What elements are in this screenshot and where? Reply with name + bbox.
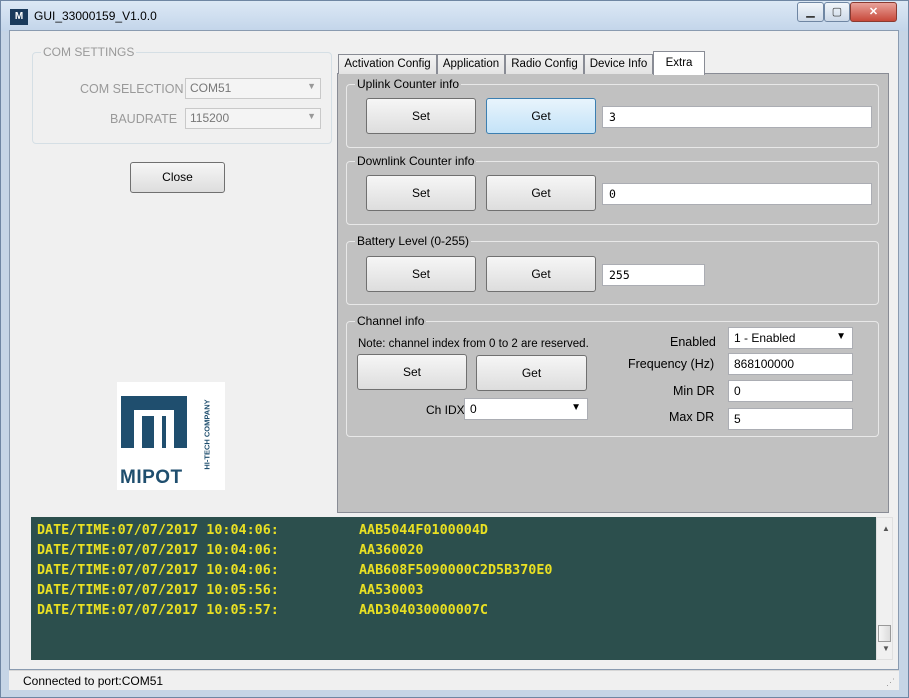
logo-name: MIPOT [120,467,183,488]
log-scrollbar[interactable]: ▲ ▼ [876,517,893,660]
tab-extra[interactable]: Extra [653,51,705,75]
log-message: AAB5044F0100004D [359,523,488,538]
com-settings-legend: COM SETTINGS [41,45,137,59]
scroll-down-icon[interactable]: ▼ [882,644,890,653]
log-message: AAD304030000007C [359,603,488,618]
battery-get-button[interactable]: Get [486,256,596,292]
log-line: DATE/TIME:07/07/2017 10:04:06: AAB608F509… [37,563,876,583]
close-button[interactable]: Close [130,162,225,193]
chevron-down-icon: ▼ [307,111,316,121]
baudrate-label: BAUDRATE [110,112,178,126]
log-message: AA360020 [359,543,424,558]
status-text: Connected to port:COM51 [23,674,164,688]
com-selection-select[interactable]: COM51 ▼ [185,78,321,99]
log-timestamp: DATE/TIME:07/07/2017 10:05:57: [37,603,279,618]
chevron-down-icon: ▼ [571,402,581,413]
tab-radio-config[interactable]: Radio Config [505,54,584,74]
app-logo-icon: M [10,9,28,25]
log-output[interactable]: DATE/TIME:07/07/2017 10:04:06: AAB5044F01… [31,517,876,660]
uplink-value-field[interactable]: 3 [602,106,872,128]
uplink-counter-legend: Uplink Counter info [355,77,462,91]
uplink-get-button[interactable]: Get [486,98,596,134]
max-dr-field[interactable]: 5 [728,408,853,430]
maximize-button[interactable]: ▢ [824,2,850,22]
battery-value-field[interactable]: 255 [602,264,705,286]
tab-device-info[interactable]: Device Info [584,54,653,74]
resize-grip-icon[interactable]: ⋰ [886,677,895,688]
channel-note: Note: channel index from 0 to 2 are rese… [358,338,589,350]
log-line: DATE/TIME:07/07/2017 10:05:56: AA530003 [37,583,876,603]
tab-activation-config[interactable]: Activation Config [338,54,437,74]
close-window-button[interactable]: ✕ [850,2,897,22]
com-selection-label: COM SELECTION [80,82,184,96]
log-timestamp: DATE/TIME:07/07/2017 10:04:06: [37,543,279,558]
ch-idx-select[interactable]: 0 ▼ [464,398,588,420]
min-dr-label: Min DR [673,384,715,398]
downlink-set-button[interactable]: Set [366,175,476,211]
downlink-value-field[interactable]: 0 [602,183,872,205]
frequency-label: Frequency (Hz) [628,357,715,371]
log-message: AAB608F5090000C2D5B370E0 [359,563,553,578]
log-timestamp: DATE/TIME:07/07/2017 10:04:06: [37,563,279,578]
minimize-button[interactable]: ▁ [797,2,824,22]
log-timestamp: DATE/TIME:07/07/2017 10:05:56: [37,583,279,598]
battery-set-button[interactable]: Set [366,256,476,292]
log-line: DATE/TIME:07/07/2017 10:04:06: AA360020 [37,543,876,563]
battery-level-legend: Battery Level (0-255) [355,234,472,248]
baudrate-select[interactable]: 115200 ▼ [185,108,321,129]
enabled-select[interactable]: 1 - Enabled ▼ [728,327,853,349]
ch-idx-label: Ch IDX [426,403,465,417]
logo-tagline: HI-TECH COMPANY [202,399,212,470]
status-bar: Connected to port:COM51 ⋰ [9,670,899,690]
uplink-set-button[interactable]: Set [366,98,476,134]
max-dr-label: Max DR [669,410,715,424]
log-message: AA530003 [359,583,424,598]
min-dr-field[interactable]: 0 [728,380,853,402]
channel-set-button[interactable]: Set [357,354,467,390]
chevron-down-icon: ▼ [307,81,316,91]
frequency-field[interactable]: 868100000 [728,353,853,375]
tab-application[interactable]: Application [437,54,505,74]
scroll-thumb[interactable] [878,625,891,642]
channel-info-legend: Channel info [355,314,427,328]
enabled-label: Enabled [670,335,716,349]
downlink-counter-legend: Downlink Counter info [355,154,477,168]
scroll-up-icon[interactable]: ▲ [882,524,890,533]
channel-get-button[interactable]: Get [476,355,587,391]
title-bar[interactable]: M GUI_33000159_V1.0.0 ▁ ▢ ✕ [1,1,908,31]
ch-idx-value: 0 [470,402,477,416]
baudrate-value: 115200 [190,111,230,125]
mipot-logo: MIPOT HI-TECH COMPANY [117,382,225,490]
log-line: DATE/TIME:07/07/2017 10:05:57: AAD3040300… [37,603,876,623]
log-timestamp: DATE/TIME:07/07/2017 10:04:06: [37,523,279,538]
com-selection-value: COM51 [190,81,232,95]
log-line: DATE/TIME:07/07/2017 10:04:06: AAB5044F01… [37,523,876,543]
chevron-down-icon: ▼ [836,331,846,342]
window-title: GUI_33000159_V1.0.0 [34,9,157,23]
enabled-value: 1 - Enabled [734,331,796,345]
downlink-get-button[interactable]: Get [486,175,596,211]
